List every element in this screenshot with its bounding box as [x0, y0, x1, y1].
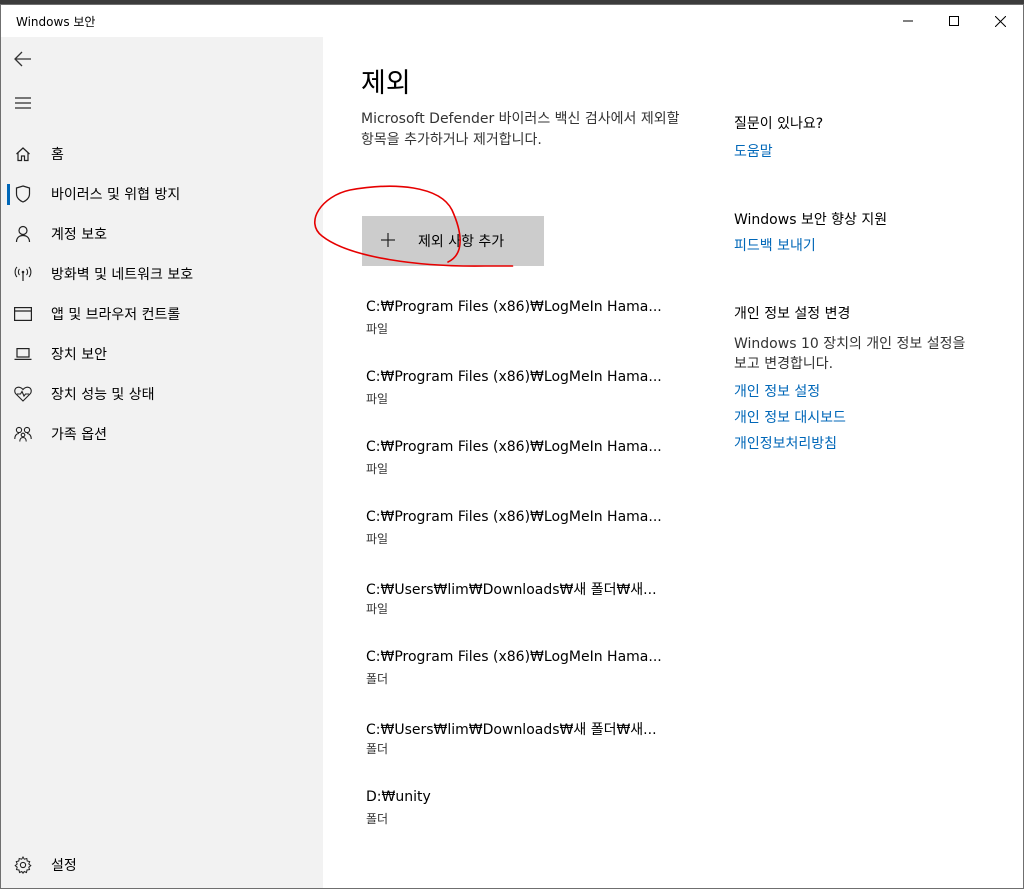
exclusion-type: 파일 — [366, 392, 389, 406]
sidebar-item-firewall[interactable]: 방화벽 및 네트워크 보호 — [1, 254, 323, 294]
privacy-settings-link[interactable]: 개인 정보 설정 — [734, 381, 820, 401]
sidebar-item-label: 홈 — [51, 147, 64, 163]
plus-icon — [381, 233, 395, 247]
exclusion-type: 폴더 — [366, 742, 389, 756]
privacy-dashboard-link[interactable]: 개인 정보 대시보드 — [734, 407, 846, 427]
sidebar-item-label: 방화벽 및 네트워크 보호 — [51, 267, 194, 283]
sidebar-item-label: 장치 보안 — [51, 347, 107, 363]
minimize-button[interactable] — [885, 5, 931, 37]
close-icon — [994, 15, 1006, 27]
exclusion-path: C:₩Users₩lim₩Downloads₩새 폴더₩새... — [366, 582, 657, 598]
maximize-button[interactable] — [931, 5, 977, 37]
sidebar-item-app-browser[interactable]: 앱 및 브라우저 컨트롤 — [1, 294, 323, 334]
sidebar-item-label: 설정 — [51, 858, 77, 874]
exclusion-type: 파일 — [366, 462, 389, 476]
feedback-link[interactable]: 피드백 보내기 — [734, 235, 816, 255]
sidebar-item-label: 바이러스 및 위협 방지 — [51, 187, 181, 203]
privacy-description: Windows 10 장치의 개인 정보 설정을 보고 변경합니다. — [734, 336, 966, 372]
improve-heading: Windows 보안 향상 지원 — [734, 212, 888, 228]
hamburger-icon — [15, 97, 31, 109]
window-title: Windows 보안 — [16, 15, 96, 29]
sidebar-item-settings[interactable]: 설정 — [1, 845, 323, 885]
back-arrow-icon — [14, 51, 31, 67]
privacy-heading: 개인 정보 설정 변경 — [734, 306, 851, 322]
add-exclusion-button[interactable]: 제외 사항 추가 — [362, 216, 544, 266]
help-link[interactable]: 도움말 — [734, 141, 773, 161]
page-description: Microsoft Defender 바이러스 백신 검사에서 제외할 항목을 … — [361, 111, 680, 148]
add-exclusion-label: 제외 사항 추가 — [418, 234, 505, 250]
sidebar-item-device-health[interactable]: 장치 성능 및 상태 — [1, 374, 323, 414]
exclusion-item[interactable]: C:₩Users₩lim₩Downloads₩새 폴더₩새... 폴더 — [366, 719, 666, 767]
menu-button[interactable] — [11, 91, 35, 115]
exclusion-path: C:₩Program Files (x86)₩LogMeIn Hama... — [366, 439, 662, 455]
sidebar-item-label: 장치 성능 및 상태 — [51, 387, 155, 403]
gear-icon — [13, 856, 33, 874]
exclusion-item[interactable]: C:₩Program Files (x86)₩LogMeIn Hama... 파… — [366, 369, 666, 417]
exclusion-type: 파일 — [366, 602, 389, 616]
selection-indicator — [7, 184, 10, 205]
help-heading: 질문이 있나요? — [734, 116, 824, 132]
sidebar-item-label: 가족 옵션 — [51, 427, 107, 443]
heart-pulse-icon — [13, 385, 33, 403]
back-button[interactable] — [11, 47, 35, 71]
maximize-icon — [949, 16, 959, 26]
exclusion-type: 폴더 — [366, 812, 389, 826]
sidebar: 홈 바이러스 및 위협 방지 계정 보호 방화벽 및 네트워크 보호 앱 및 브… — [1, 37, 323, 888]
title-bar: Windows 보안 — [1, 5, 1023, 37]
exclusion-type: 파일 — [366, 322, 389, 336]
page-title: 제외 — [361, 68, 411, 99]
minimize-icon — [903, 20, 913, 22]
app-window: Windows 보안 홈 바이러스 및 위협 방지 계정 보호 방화벽 및 네트… — [0, 4, 1024, 889]
person-icon — [13, 225, 33, 243]
exclusion-item[interactable]: C:₩Program Files (x86)₩LogMeIn Hama... 파… — [366, 509, 666, 557]
exclusion-path: C:₩Program Files (x86)₩LogMeIn Hama... — [366, 509, 662, 525]
sidebar-item-label: 계정 보호 — [51, 227, 107, 243]
exclusion-type: 폴더 — [366, 672, 389, 686]
exclusion-path: C:₩Program Files (x86)₩LogMeIn Hama... — [366, 369, 662, 385]
exclusion-item[interactable]: C:₩Program Files (x86)₩LogMeIn Hama... 파… — [366, 299, 666, 347]
exclusion-path: C:₩Users₩lim₩Downloads₩새 폴더₩새... — [366, 722, 657, 738]
sidebar-item-family-options[interactable]: 가족 옵션 — [1, 414, 323, 454]
sidebar-item-label: 앱 및 브라우저 컨트롤 — [51, 307, 181, 323]
close-button[interactable] — [977, 5, 1023, 37]
shield-icon — [13, 185, 33, 203]
privacy-statement-link[interactable]: 개인정보처리방침 — [734, 433, 837, 453]
app-window-icon — [13, 305, 33, 323]
exclusion-path: D:₩unity — [366, 789, 431, 805]
exclusion-item[interactable]: C:₩Program Files (x86)₩LogMeIn Hama... 폴… — [366, 649, 666, 697]
sidebar-item-virus-protection[interactable]: 바이러스 및 위협 방지 — [1, 174, 323, 214]
exclusion-item[interactable]: C:₩Users₩lim₩Downloads₩새 폴더₩새... 파일 — [366, 579, 666, 627]
sidebar-item-account-protection[interactable]: 계정 보호 — [1, 214, 323, 254]
sidebar-item-device-security[interactable]: 장치 보안 — [1, 334, 323, 374]
laptop-icon — [13, 345, 33, 363]
exclusion-path: C:₩Program Files (x86)₩LogMeIn Hama... — [366, 649, 662, 665]
family-icon — [13, 425, 33, 443]
exclusion-item[interactable]: D:₩unity 폴더 — [366, 789, 666, 837]
sidebar-item-home[interactable]: 홈 — [1, 134, 323, 174]
main-content: 제외 Microsoft Defender 바이러스 백신 검사에서 제외할 항… — [314, 37, 1023, 888]
antenna-icon — [13, 265, 33, 283]
home-icon — [13, 145, 33, 163]
exclusion-item[interactable]: C:₩Program Files (x86)₩LogMeIn Hama... 파… — [366, 439, 666, 487]
exclusion-type: 파일 — [366, 532, 389, 546]
exclusion-path: C:₩Program Files (x86)₩LogMeIn Hama... — [366, 299, 662, 315]
